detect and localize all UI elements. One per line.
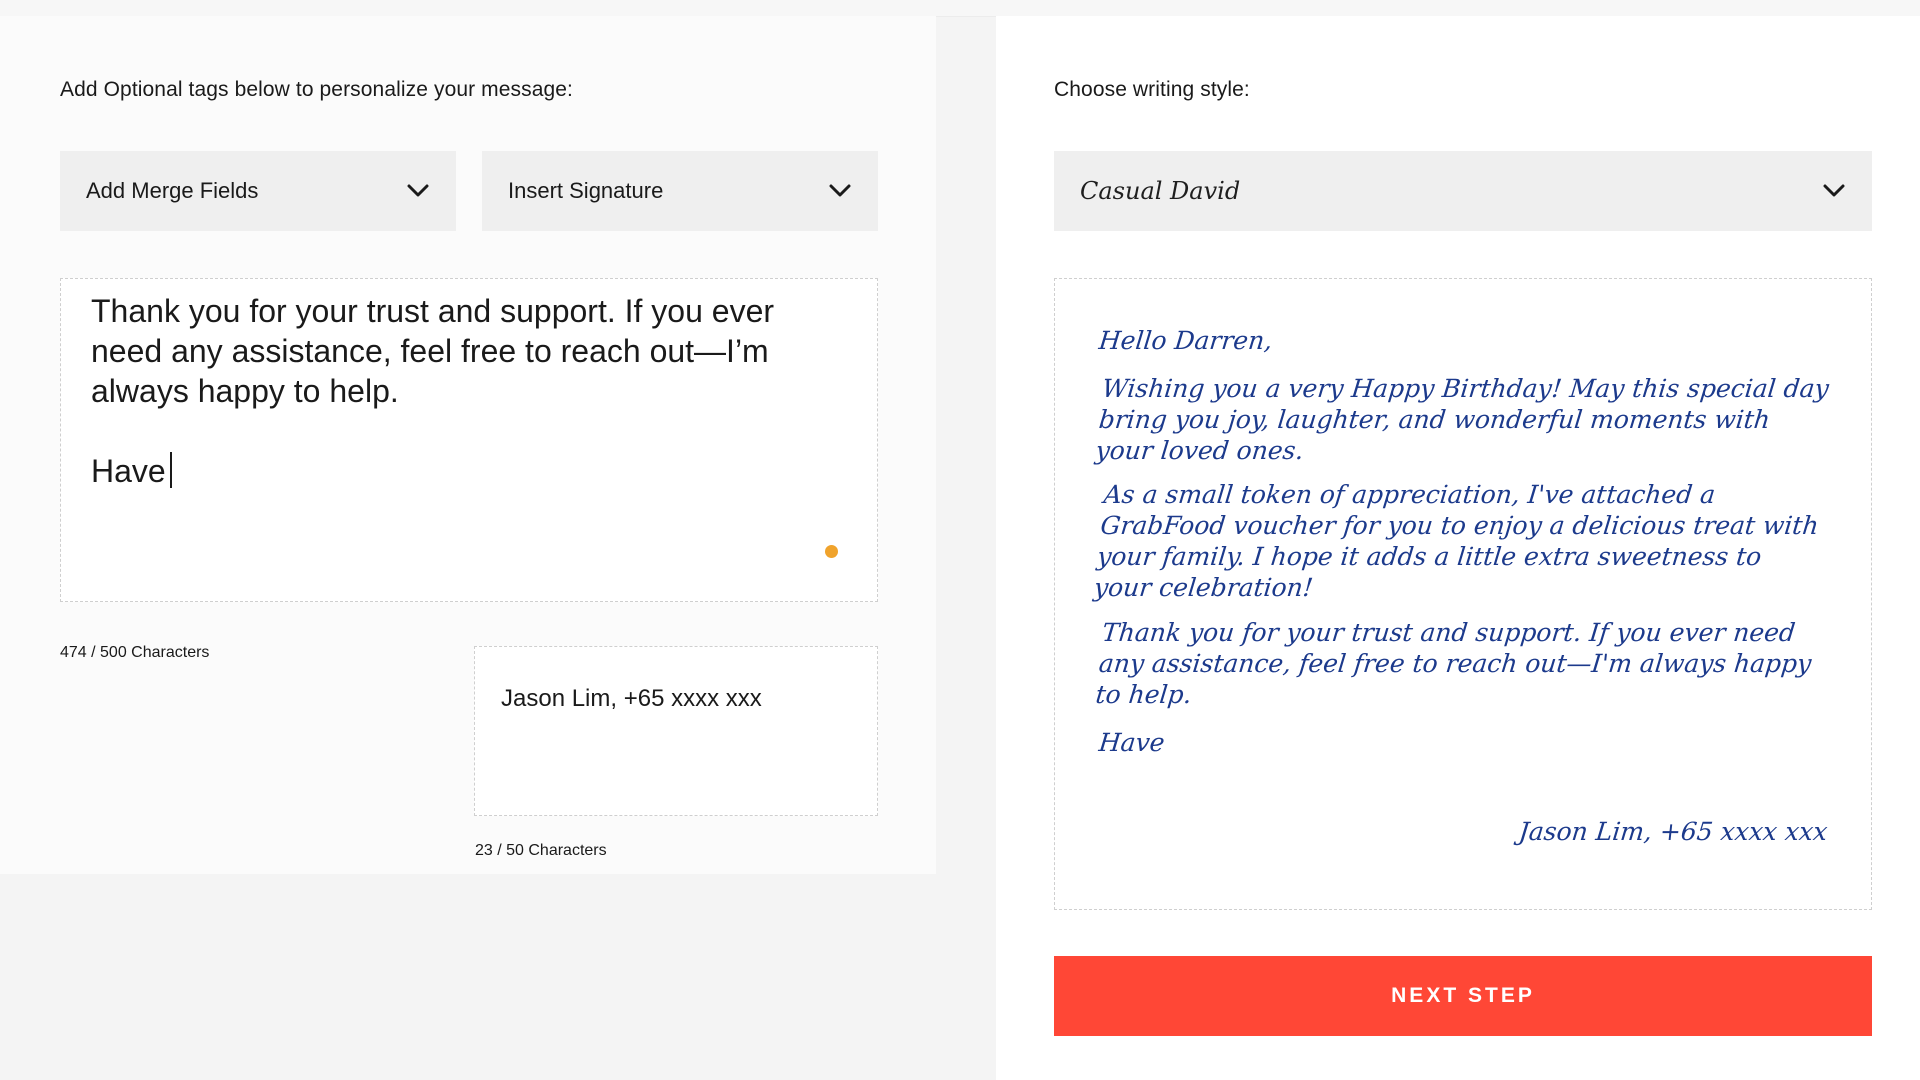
handwriting-preview: Hello Darren, Wishing you a very Happy B… bbox=[1054, 278, 1872, 910]
text-caret bbox=[169, 452, 172, 488]
preview-signature: Jason Lim, +65 xxxx xxx bbox=[1517, 817, 1829, 846]
top-strip bbox=[0, 0, 1920, 17]
chevron-down-icon bbox=[406, 179, 430, 203]
writing-style-value: Casual David bbox=[1080, 177, 1241, 205]
insert-signature-dropdown[interactable]: Insert Signature bbox=[482, 151, 878, 231]
next-step-button[interactable]: NEXT STEP bbox=[1054, 956, 1872, 1036]
preview-paragraph-2: As a small token of appreciation, I've a… bbox=[1092, 480, 1821, 602]
message-character-counter: 474 / 500 Characters bbox=[60, 644, 210, 661]
signature-character-counter: 23 / 50 Characters bbox=[475, 842, 607, 859]
tags-instruction-label: Add Optional tags below to personalize y… bbox=[60, 78, 573, 101]
chevron-down-icon bbox=[828, 179, 852, 203]
preview-greeting: Hello Darren, bbox=[1097, 326, 1274, 355]
merge-fields-label: Add Merge Fields bbox=[86, 178, 259, 203]
preview-paragraph-1: Wishing you a very Happy Birthday! May t… bbox=[1094, 374, 1831, 465]
status-dot-icon bbox=[825, 545, 838, 558]
message-textarea[interactable]: Thank you for your trust and support. If… bbox=[60, 278, 878, 602]
message-text: Thank you for your trust and support. If… bbox=[91, 291, 847, 491]
merge-fields-dropdown[interactable]: Add Merge Fields bbox=[60, 151, 456, 231]
signature-textarea[interactable]: Jason Lim, +65 xxxx xxx bbox=[474, 646, 878, 816]
message-content: Thank you for your trust and support. If… bbox=[91, 293, 775, 489]
preview-paragraph-4: Have bbox=[1097, 728, 1167, 757]
writing-style-label: Choose writing style: bbox=[1054, 78, 1250, 101]
preview-paragraph-3: Thank you for your trust and support. If… bbox=[1094, 618, 1813, 709]
chevron-down-icon bbox=[1822, 179, 1846, 203]
writing-style-dropdown[interactable]: Casual David bbox=[1054, 151, 1872, 231]
insert-signature-label: Insert Signature bbox=[508, 178, 664, 203]
signature-text: Jason Lim, +65 xxxx xxx bbox=[501, 685, 762, 712]
message-editor-panel: Add Optional tags below to personalize y… bbox=[0, 16, 936, 874]
